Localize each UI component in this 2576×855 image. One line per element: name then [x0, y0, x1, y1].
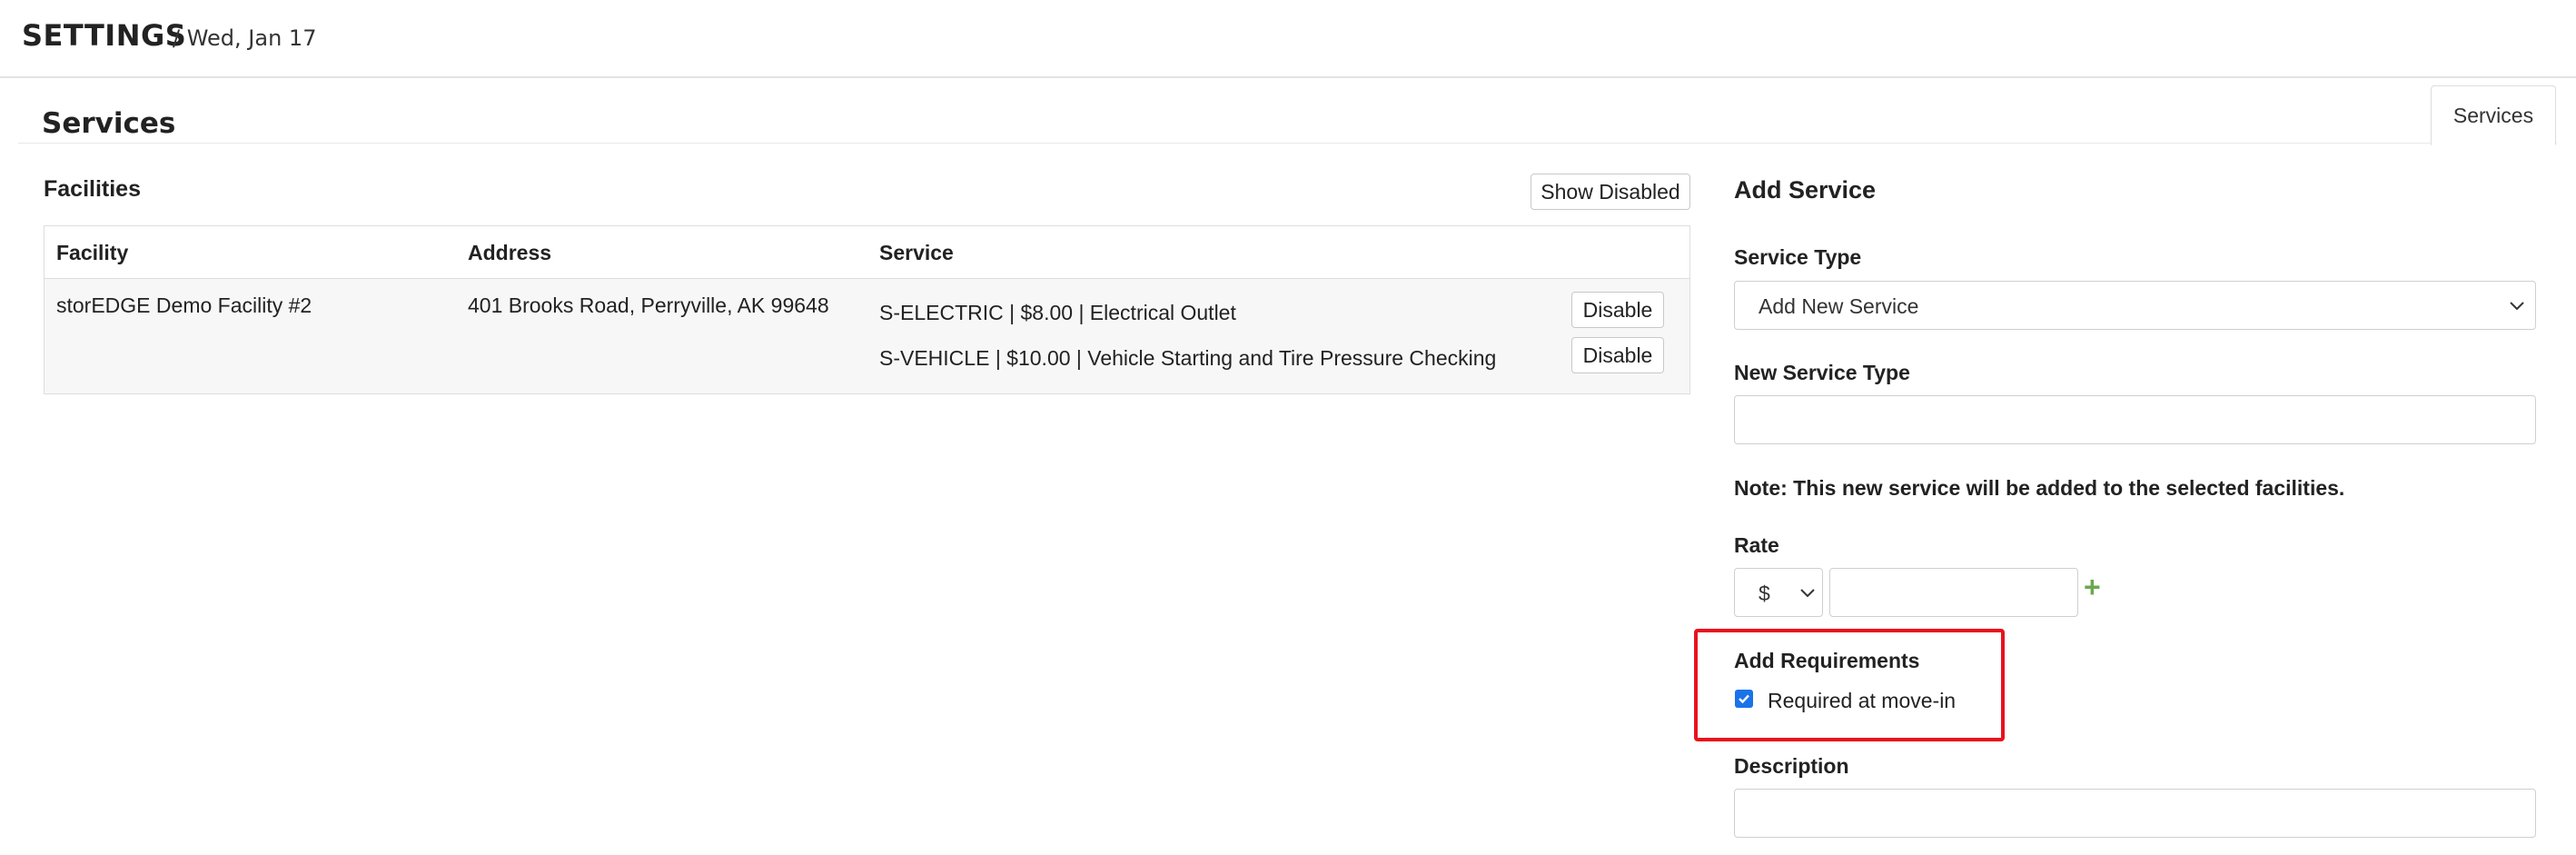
column-header-service: Service: [879, 241, 954, 264]
show-disabled-button[interactable]: Show Disabled: [1531, 174, 1690, 210]
facility-name: storEDGE Demo Facility #2: [56, 293, 312, 317]
facilities-table: Facility Address Service storEDGE Demo F…: [44, 225, 1690, 394]
currency-value: $: [1759, 582, 1770, 605]
service-type-value: Add New Service: [1759, 294, 1919, 318]
column-header-facility: Facility: [56, 241, 129, 264]
tab-services[interactable]: Services: [2431, 85, 2556, 145]
required-move-in-label[interactable]: Required at move-in: [1768, 689, 1956, 713]
currency-select[interactable]: $: [1734, 568, 1823, 617]
service-type-label: Service Type: [1734, 245, 1862, 269]
description-label: Description: [1734, 754, 1849, 778]
facility-address: 401 Brooks Road, Perryville, AK 99648: [468, 293, 829, 317]
required-move-in-checkbox[interactable]: [1735, 690, 1753, 708]
add-service-heading: Add Service: [1734, 176, 1877, 204]
description-input[interactable]: [1734, 789, 2536, 838]
new-service-type-input[interactable]: [1734, 395, 2536, 444]
top-header: SETTINGS / Wed, Jan 17: [0, 0, 2576, 78]
column-header-address: Address: [468, 241, 552, 264]
service-item: S-VEHICLE | $10.00 | Vehicle Starting an…: [879, 346, 1497, 370]
new-service-type-label: New Service Type: [1734, 361, 1910, 384]
rate-label: Rate: [1734, 533, 1779, 557]
table-header: Facility Address Service: [45, 226, 1689, 279]
page-title: SETTINGS: [22, 18, 187, 53]
facilities-heading: Facilities: [44, 176, 141, 202]
requirements-highlight-box: [1694, 629, 2005, 741]
requirements-label: Add Requirements: [1734, 649, 1920, 672]
checkmark-icon: [1739, 694, 1749, 704]
disable-service-button[interactable]: Disable: [1571, 292, 1664, 328]
table-row: storEDGE Demo Facility #2 401 Brooks Roa…: [45, 279, 1689, 393]
chevron-down-icon: [2510, 302, 2524, 311]
rate-input[interactable]: [1829, 568, 2078, 617]
disable-service-button[interactable]: Disable: [1571, 337, 1664, 373]
service-item: S-ELECTRIC | $8.00 | Electrical Outlet: [879, 301, 1236, 324]
services-panel-header: Services: [18, 78, 2557, 144]
panel-title: Services: [42, 107, 176, 140]
chevron-down-icon: [1800, 589, 1815, 598]
add-rate-button[interactable]: +: [2084, 572, 2101, 601]
service-type-select[interactable]: Add New Service: [1734, 281, 2536, 330]
page-date: / Wed, Jan 17: [173, 25, 317, 51]
new-service-note: Note: This new service will be added to …: [1734, 476, 2345, 500]
